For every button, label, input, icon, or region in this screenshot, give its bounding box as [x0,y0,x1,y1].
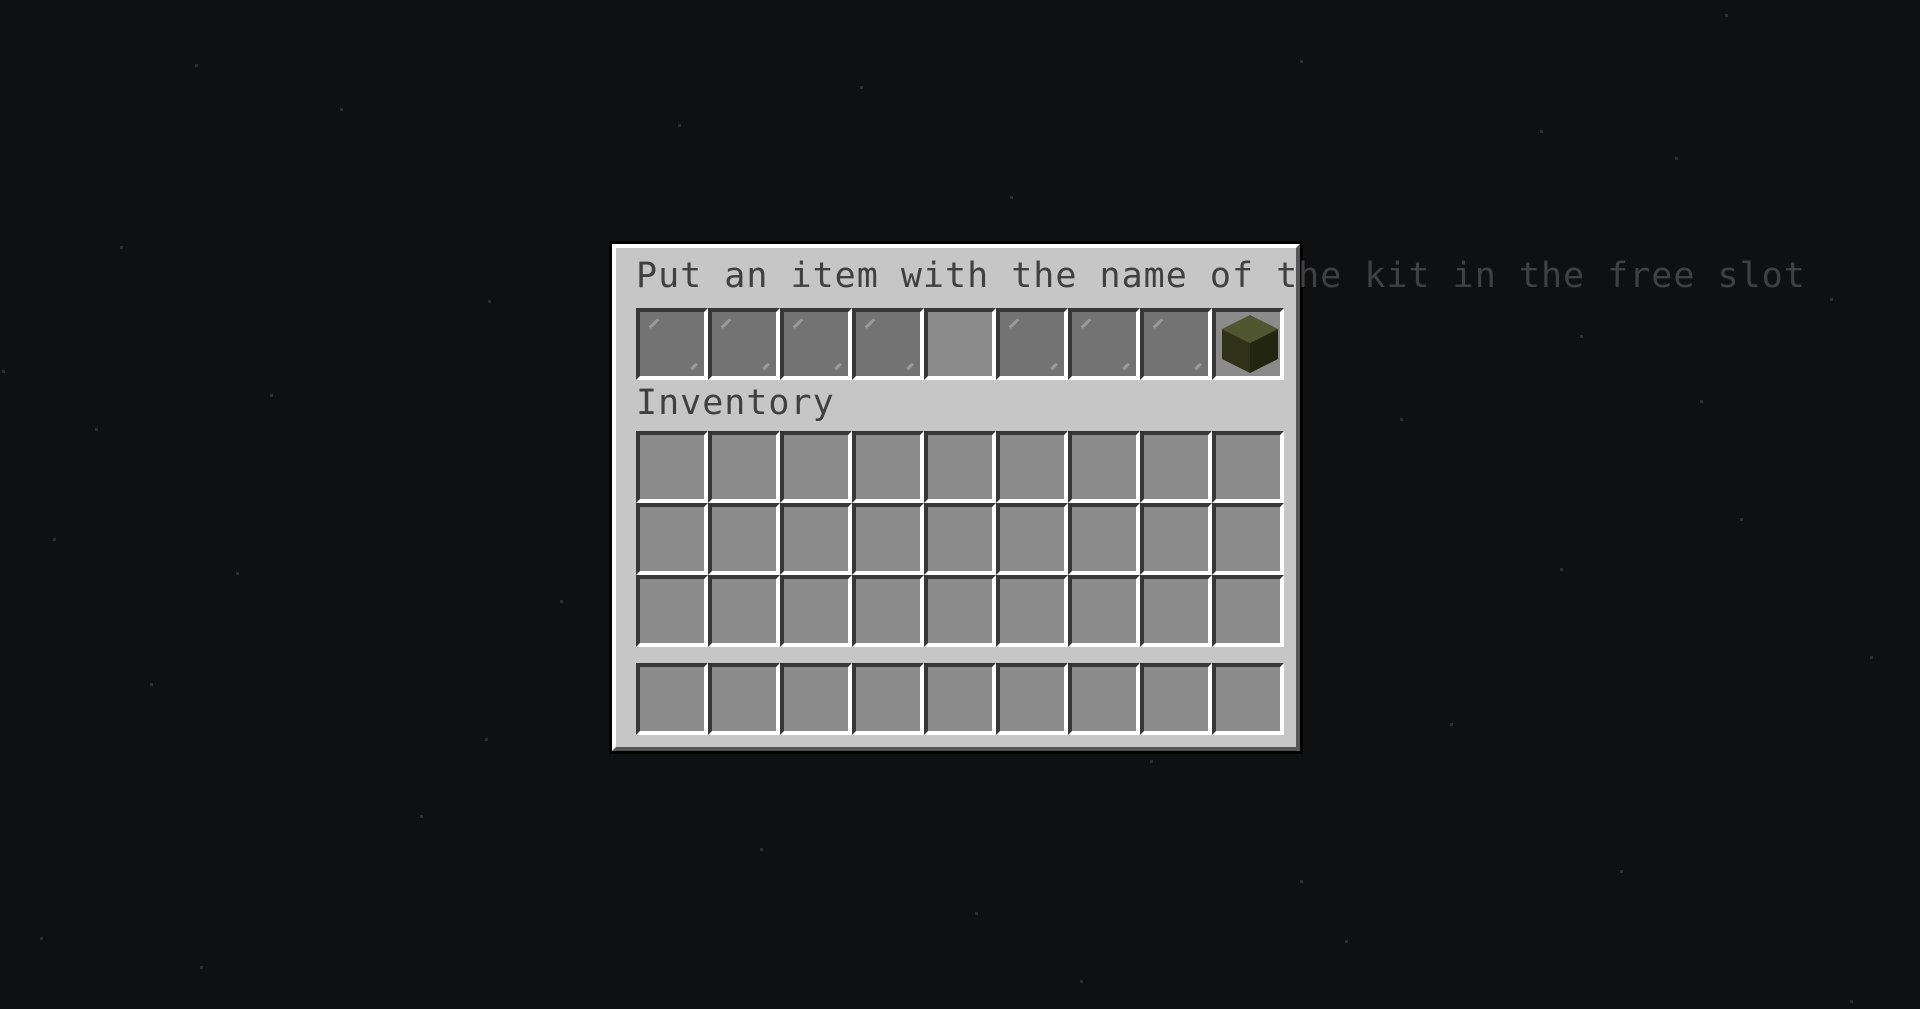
hotbar-slot[interactable] [924,663,996,735]
sky-speck [53,538,56,541]
inventory-slot[interactable] [1140,431,1212,503]
sky-speck [1150,760,1153,763]
sky-speck [340,108,343,111]
sky-speck [760,848,763,851]
kit-slot-glass-pane[interactable] [996,308,1068,380]
kit-slot-glass-pane[interactable] [636,308,708,380]
inventory-slot[interactable] [924,431,996,503]
sky-speck [236,572,239,575]
sky-speck [420,815,423,818]
sky-speck [975,912,978,915]
sky-speck [1580,335,1583,338]
inventory-slot[interactable] [1212,575,1284,647]
sky-speck [1725,14,1728,17]
sky-speck [95,428,98,431]
sky-speck [1300,60,1303,63]
sky-speck [1870,656,1873,659]
hotbar-slot[interactable] [1068,663,1140,735]
hotbar-slot[interactable] [996,663,1068,735]
sky-speck [678,124,681,127]
sky-speck [1560,568,1563,571]
inventory-slot[interactable] [1140,575,1212,647]
sky-speck [1700,400,1703,403]
inventory-slot[interactable] [996,431,1068,503]
sky-speck [150,683,153,686]
inventory-slot[interactable] [924,503,996,575]
sky-speck [485,738,488,741]
kit-slot-block[interactable] [1212,308,1284,380]
inventory-slot[interactable] [708,575,780,647]
hotbar-grid [636,663,1284,735]
sky-speck [1620,870,1623,873]
sky-speck [2,370,5,373]
inventory-slot[interactable] [1212,503,1284,575]
inventory-slot[interactable] [636,431,708,503]
sky-speck [1010,196,1013,199]
kit-slot-glass-pane[interactable] [852,308,924,380]
kit-slot-glass-pane[interactable] [708,308,780,380]
inventory-slot[interactable] [636,575,708,647]
sky-speck [1540,130,1543,133]
inventory-grid [636,431,1284,647]
sky-speck [1400,418,1403,421]
sky-speck [1850,1000,1853,1003]
hotbar-slot[interactable] [1140,663,1212,735]
sky-speck [195,64,198,67]
inventory-slot[interactable] [708,431,780,503]
inventory-slot[interactable] [708,503,780,575]
sky-speck [270,394,273,397]
inventory-slot[interactable] [924,575,996,647]
inventory-label: Inventory [636,383,835,423]
sky-speck [1450,723,1453,726]
game-screen: Put an item with the name of the kit in … [0,0,1920,1009]
kit-slot-glass-pane[interactable] [780,308,852,380]
inventory-slot[interactable] [780,431,852,503]
sky-speck [488,300,491,303]
inventory-slot[interactable] [780,575,852,647]
inventory-slot[interactable] [852,503,924,575]
kit-slot-glass-pane[interactable] [1068,308,1140,380]
inventory-slot[interactable] [1068,503,1140,575]
inventory-slot[interactable] [636,503,708,575]
container-title: Put an item with the name of the kit in … [636,256,1806,296]
hotbar-slot[interactable] [1212,663,1284,735]
hotbar-slot[interactable] [780,663,852,735]
hotbar-slot[interactable] [708,663,780,735]
sky-speck [1300,880,1303,883]
inventory-slot[interactable] [852,575,924,647]
inventory-slot[interactable] [1068,575,1140,647]
sky-speck [1345,940,1348,943]
inventory-slot[interactable] [996,503,1068,575]
inventory-slot[interactable] [780,503,852,575]
kit-free-slot[interactable] [924,308,996,380]
sky-speck [560,600,563,603]
inventory-slot[interactable] [1212,431,1284,503]
inventory-slot[interactable] [1068,431,1140,503]
inventory-slot[interactable] [1140,503,1212,575]
inventory-slot[interactable] [996,575,1068,647]
kit-slot-glass-pane[interactable] [1140,308,1212,380]
sky-speck [1080,980,1083,983]
sky-speck [860,86,863,89]
inventory-slot[interactable] [852,431,924,503]
sky-speck [120,246,123,249]
sky-speck [1740,518,1743,521]
kit-slot-row [636,308,1284,380]
hotbar-slot[interactable] [852,663,924,735]
sky-speck [200,966,203,969]
hotbar-slot[interactable] [636,663,708,735]
sky-speck [1830,298,1833,301]
sky-speck [1675,157,1678,160]
sky-speck [40,937,43,940]
